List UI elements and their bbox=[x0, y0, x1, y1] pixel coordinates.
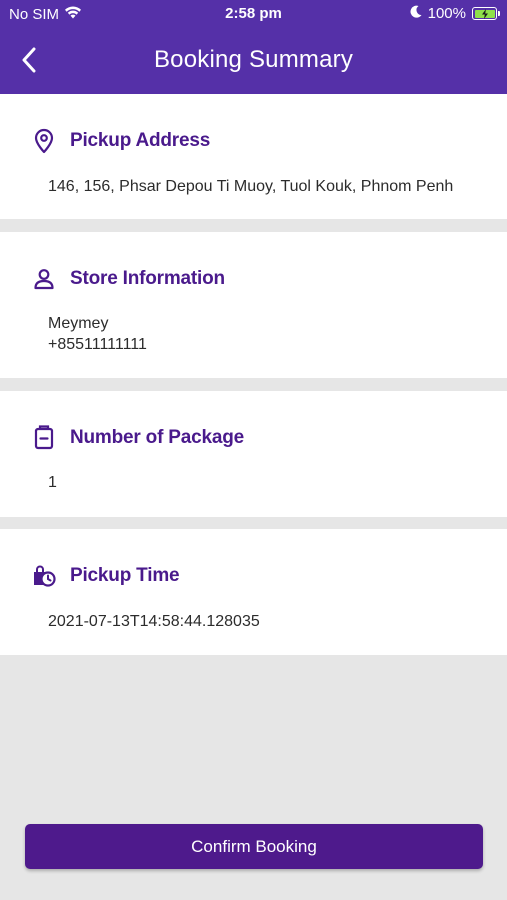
store-phone: +85511111111 bbox=[48, 336, 147, 353]
package-count: 1 bbox=[48, 474, 57, 491]
package-icon bbox=[32, 425, 56, 451]
booking-summary-screen: No SIM 2:58 pm 100% Booking Summary Pick… bbox=[0, 0, 507, 900]
section-title: Pickup Address bbox=[70, 130, 211, 151]
store-information-card: Store Information Meymey +85511111111 bbox=[0, 232, 507, 378]
confirm-booking-button[interactable]: Confirm Booking bbox=[25, 824, 483, 869]
section-title: Pickup Time bbox=[70, 565, 180, 586]
user-icon bbox=[32, 266, 56, 292]
pickup-address-header: Pickup Address bbox=[32, 128, 210, 154]
status-bar: No SIM 2:58 pm 100% bbox=[0, 0, 507, 28]
number-of-package-card: Number of Package 1 bbox=[0, 391, 507, 517]
number-of-package-header: Number of Package bbox=[32, 425, 244, 451]
header: No SIM 2:58 pm 100% Booking Summary bbox=[0, 0, 507, 94]
pickup-time-header: Pickup Time bbox=[32, 563, 180, 589]
store-information-header: Store Information bbox=[32, 266, 225, 292]
section-title: Store Information bbox=[70, 268, 225, 289]
battery-charging-icon bbox=[472, 7, 500, 20]
page-title: Booking Summary bbox=[153, 46, 354, 73]
status-right: 100% bbox=[410, 5, 500, 22]
battery-percent: 100% bbox=[427, 5, 466, 22]
nav-bar: Booking Summary bbox=[0, 28, 507, 94]
moon-icon bbox=[410, 5, 422, 22]
location-pin-icon bbox=[32, 128, 56, 154]
bag-clock-icon bbox=[32, 563, 56, 589]
pickup-time-card: Pickup Time 2021-07-13T14:58:44.128035 bbox=[0, 529, 507, 655]
section-title: Number of Package bbox=[70, 427, 244, 448]
pickup-address-card: Pickup Address 146, 156, Phsar Depou Ti … bbox=[0, 94, 507, 219]
pickup-address-value: 146, 156, Phsar Depou Ti Muoy, Tuol Kouk… bbox=[48, 178, 454, 195]
pickup-time-value: 2021-07-13T14:58:44.128035 bbox=[48, 613, 260, 630]
store-name: Meymey bbox=[48, 315, 109, 332]
